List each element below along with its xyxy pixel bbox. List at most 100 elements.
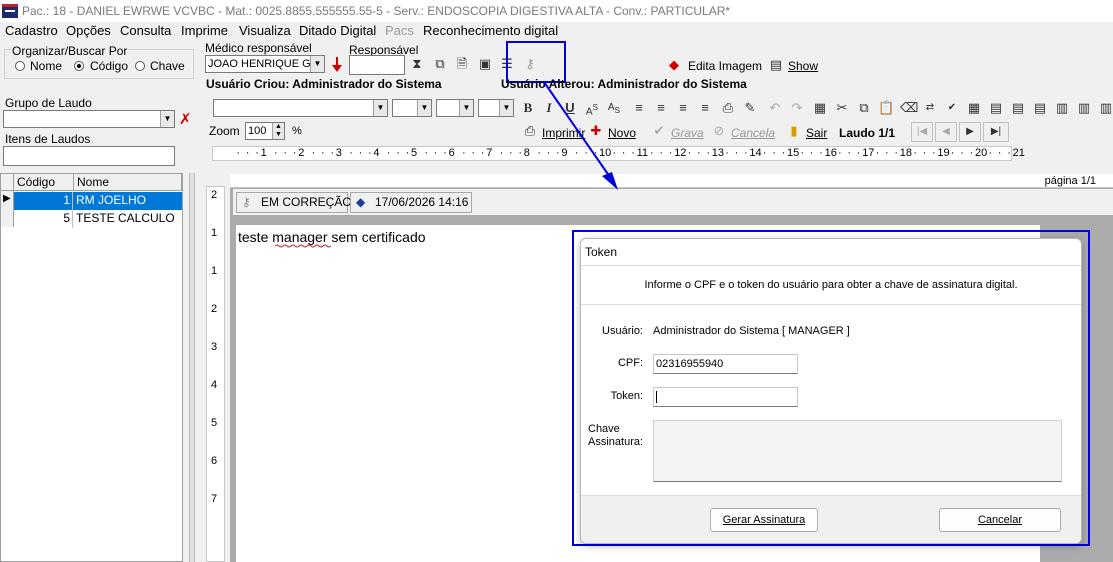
ruler-tick: · — [368, 147, 372, 159]
paste-icon[interactable]: 📋 — [878, 100, 894, 116]
last-icon[interactable]: ▶| — [983, 122, 1009, 142]
menu-reconhecimento-digital[interactable]: Reconhecimento digital — [423, 23, 558, 38]
zoom-input[interactable]: 100 ▲ ▼ — [245, 122, 285, 140]
undo-icon[interactable]: ↶ — [767, 100, 783, 116]
zoom-spinner[interactable]: ▲ ▼ — [272, 123, 284, 139]
ruler-tick: · — [969, 147, 974, 159]
ruler-number: 21 — [1012, 147, 1025, 159]
vruler-number: 4 — [211, 379, 218, 391]
token-input[interactable] — [653, 387, 798, 407]
grid-header-nome[interactable]: Nome — [74, 174, 182, 191]
status-chip: ⚷ EM CORREÇÃO — [236, 192, 352, 213]
arrow-down-red-icon[interactable] — [332, 57, 342, 73]
bold-icon[interactable]: B — [520, 100, 536, 116]
page-indicator: página 1/1 — [1044, 175, 1096, 187]
find-replace-icon[interactable]: ⇄ — [922, 100, 938, 116]
hourglass-icon[interactable]: ⧗ — [409, 56, 425, 72]
next-icon[interactable]: ▶ — [959, 122, 981, 142]
cpf-label: CPF: — [617, 357, 643, 369]
zoom-label: Zoom — [209, 124, 240, 138]
align-right-icon[interactable]: ≡ — [697, 100, 713, 116]
chave-assinatura-field[interactable] — [653, 420, 1062, 482]
grid-header-codigo[interactable]: Código — [14, 174, 74, 191]
radio-chave[interactable] — [135, 61, 145, 71]
align-justify-icon[interactable]: ≡ — [675, 100, 691, 116]
ruler-number: 17 — [862, 147, 875, 159]
eraser-icon[interactable]: ⌫ — [900, 100, 918, 116]
align-center-icon[interactable]: ≡ — [653, 100, 669, 116]
document-text[interactable]: teste manager sem certificado — [238, 229, 426, 245]
spellcheck-icon[interactable]: ✔ — [944, 100, 960, 116]
itens-input[interactable] — [3, 146, 175, 166]
ruler-tick: · — [725, 147, 729, 159]
responsavel-input[interactable] — [349, 55, 405, 75]
radio-nome[interactable] — [15, 61, 25, 71]
medico-select[interactable]: JOAO HENRIQUE G. ▼ — [205, 55, 325, 73]
prev-icon[interactable]: ◀ — [935, 122, 957, 142]
copy-icon[interactable]: ⧉ — [432, 56, 448, 72]
first-icon[interactable]: |◀ — [911, 122, 933, 142]
cancelar-label: Cancelar — [977, 514, 1023, 526]
font-select[interactable]: ▼ — [392, 99, 432, 117]
token-label: Token: — [610, 390, 643, 402]
show-button[interactable]: Show — [788, 59, 818, 73]
menu-consulta[interactable]: Consulta — [120, 23, 171, 38]
cancela-button[interactable]: Cancela — [731, 126, 775, 140]
menu-visualiza[interactable]: Visualiza — [239, 23, 291, 38]
table-row[interactable]: 5 TESTE CALCULO — [14, 210, 182, 228]
paint-icon[interactable]: ✎ — [742, 100, 758, 116]
radio-codigo-label: Código — [90, 59, 129, 73]
chave-label-1: Chave — [588, 423, 620, 435]
ruler-tick: · — [509, 147, 513, 159]
insert-row-icon[interactable]: ▤ — [988, 100, 1004, 116]
insert-col-icon[interactable]: ▥ — [1054, 100, 1070, 116]
show-icon: ▤ — [769, 57, 783, 72]
grid-icon[interactable]: ▦ — [966, 100, 982, 116]
menu-pacs[interactable]: Pacs — [385, 23, 414, 38]
document-icon[interactable]: 🗎 — [454, 56, 470, 72]
menu-opcoes[interactable]: Opções — [66, 23, 111, 38]
size-select[interactable]: ▼ — [436, 99, 474, 117]
vruler-number: 3 — [211, 341, 218, 353]
menu-cadastro[interactable]: Cadastro — [5, 23, 58, 38]
ruler-tick: · — [922, 147, 927, 159]
color-select[interactable]: ▼ — [478, 99, 514, 117]
print-icon[interactable]: ⎙ — [720, 100, 736, 116]
sair-button[interactable]: Sair — [806, 126, 827, 140]
edita-imagem-button[interactable]: Edita Imagem — [688, 59, 762, 73]
style-select[interactable]: ▼ — [213, 99, 388, 117]
date-chip: ◆ 17/06/2026 14:16 — [350, 192, 472, 213]
merge-cols-icon[interactable]: ▥ — [1098, 100, 1113, 116]
align-left-icon[interactable]: ≡ — [631, 100, 647, 116]
ruler-tick: · — [819, 147, 823, 159]
cut-icon[interactable]: ✂ — [834, 100, 850, 116]
gerar-assinatura-button[interactable]: Gerar Assinatura — [710, 508, 818, 532]
grava-button[interactable]: Grava — [671, 126, 704, 140]
ruler-tick: · — [932, 147, 936, 159]
redo-icon[interactable]: ↷ — [789, 100, 805, 116]
merge-rows-icon[interactable]: ▤ — [1032, 100, 1048, 116]
radio-codigo[interactable] — [74, 61, 84, 71]
usuario-criou: Usuário Criou: Administrador do Sistema — [206, 77, 442, 91]
cancelar-button[interactable]: Cancelar — [939, 508, 1061, 532]
ruler-number: 1 — [260, 147, 267, 159]
chevron-down-icon: ▼ — [459, 100, 473, 116]
grupo-select[interactable]: ▼ — [3, 110, 175, 128]
app-logo-icon — [2, 4, 18, 18]
clear-x-icon[interactable]: ✗ — [179, 110, 192, 128]
delete-col-icon[interactable]: ▥ — [1076, 100, 1092, 116]
table-row[interactable]: 1 RM JOELHO — [14, 192, 182, 210]
copy2-icon[interactable]: ⧉ — [856, 100, 872, 116]
image-edit-icon[interactable]: ▣ — [477, 56, 493, 72]
menu-ditado-digital[interactable]: Ditado Digital — [299, 23, 376, 38]
row-indicator-column: ▶ — [1, 191, 14, 227]
book-icon: ◆ — [356, 195, 366, 209]
menu-imprime[interactable]: Imprime — [181, 23, 228, 38]
cpf-input[interactable]: 02316955940 — [653, 354, 798, 374]
splitter[interactable] — [189, 173, 195, 562]
table-icon[interactable]: ▦ — [812, 100, 828, 116]
ruler-tick: · — [358, 147, 363, 159]
delete-row-icon[interactable]: ▤ — [1010, 100, 1026, 116]
status-chip-label: EM CORREÇÃO — [261, 195, 352, 209]
row-nome: RM JOELHO — [76, 193, 147, 207]
